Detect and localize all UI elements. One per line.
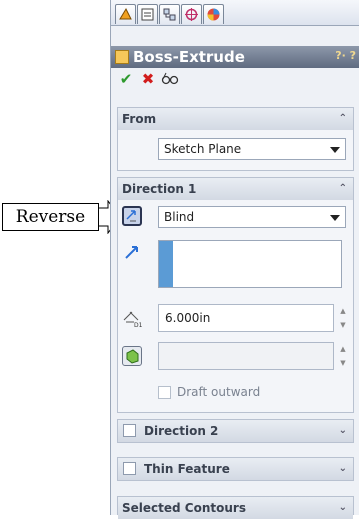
selection-highlight [159, 241, 173, 287]
check-icon[interactable]: ✔ [117, 70, 135, 88]
spin-down-icon[interactable]: ▼ [337, 318, 349, 332]
draft-icon [126, 349, 139, 364]
depth-spinner[interactable]: ▲ ▼ [337, 304, 349, 332]
expand-icon[interactable]: ⌄ [339, 458, 347, 480]
configuration-manager-icon [163, 8, 176, 21]
direction2-group: Direction 2 ⌄ [117, 419, 354, 443]
thin-feature-checkbox[interactable] [123, 462, 136, 475]
direction1-body: Blind D1 6.000in ▲ ▼ ▲ ▼ Draft outward [118, 200, 353, 412]
eyeglasses-icon[interactable] [161, 70, 179, 88]
start-condition-select[interactable]: Sketch Plane [158, 138, 346, 160]
from-group: From ⌃ Sketch Plane [117, 107, 354, 171]
help-icon[interactable]: ?· ? [335, 49, 356, 62]
property-manager-panel: Boss-Extrude ?· ? ✔ ✖ From ⌃ Sketch Plan… [110, 0, 359, 519]
draft-spinner[interactable]: ▲ ▼ [337, 342, 349, 370]
dimxpert-icon [185, 8, 198, 21]
depth-value: 6.000in [165, 311, 211, 325]
direction2-header-label: Direction 2 [144, 424, 219, 438]
direction-selection-box[interactable] [158, 240, 342, 288]
draft-toggle-button[interactable] [122, 346, 142, 366]
spin-up-icon[interactable]: ▲ [337, 304, 349, 318]
tab-dimxpert-manager[interactable] [181, 4, 202, 24]
action-buttons: ✔ ✖ [111, 70, 359, 92]
boss-extrude-icon [115, 50, 129, 64]
from-header-label: From [122, 112, 157, 126]
direction-vector-icon [125, 246, 138, 259]
spin-down-icon[interactable]: ▼ [337, 356, 349, 370]
selected-contours-group: Selected Contours ⌄ [117, 496, 354, 519]
end-condition-value: Blind [164, 210, 195, 224]
draft-outward-label: Draft outward [177, 385, 261, 399]
thin-feature-header-label: Thin Feature [144, 462, 230, 476]
tab-property-manager[interactable] [137, 4, 158, 24]
direction2-header[interactable]: Direction 2 ⌄ [118, 420, 353, 442]
expand-icon[interactable]: ⌄ [339, 420, 347, 442]
display-manager-icon [207, 8, 220, 21]
tab-feature-manager[interactable] [115, 4, 136, 24]
draft-angle-input[interactable] [158, 342, 334, 370]
reverse-arrows-icon [126, 210, 136, 222]
feature-manager-icon [119, 7, 132, 20]
collapse-icon[interactable]: ⌃ [339, 108, 347, 130]
cross-icon[interactable]: ✖ [139, 70, 157, 88]
start-condition-value: Sketch Plane [164, 142, 242, 156]
direction1-header-label: Direction 1 [122, 182, 197, 196]
reverse-callout-label: Reverse [2, 203, 99, 231]
manager-tab-bar [111, 0, 359, 26]
collapse-icon[interactable]: ⌃ [339, 178, 347, 200]
thin-feature-group: Thin Feature ⌄ [117, 457, 354, 481]
direction1-group: Direction 1 ⌃ Blind D1 6.000in ▲ ▼ ▲ ▼ D… [117, 177, 354, 413]
reverse-direction-button[interactable] [122, 206, 142, 226]
spin-up-icon[interactable]: ▲ [337, 342, 349, 356]
depth-input[interactable]: 6.000in [158, 304, 334, 332]
feature-title-bar: Boss-Extrude ?· ? [111, 46, 359, 68]
direction2-checkbox[interactable] [123, 424, 136, 437]
depth-dimension-icon: D1 [123, 311, 143, 328]
selected-contours-header[interactable]: Selected Contours ⌄ [118, 497, 353, 519]
tab-configuration-manager[interactable] [159, 4, 180, 24]
selected-contours-header-label: Selected Contours [122, 501, 246, 515]
from-body: Sketch Plane [118, 130, 353, 170]
draft-outward-checkbox[interactable] [158, 386, 171, 399]
tab-display-manager[interactable] [203, 4, 224, 24]
feature-title: Boss-Extrude [133, 48, 245, 66]
end-condition-select[interactable]: Blind [158, 206, 346, 228]
chevron-down-icon [330, 215, 340, 221]
from-header[interactable]: From ⌃ [118, 108, 353, 130]
expand-icon[interactable]: ⌄ [339, 497, 347, 519]
property-manager-icon [141, 8, 154, 21]
thin-feature-header[interactable]: Thin Feature ⌄ [118, 458, 353, 480]
chevron-down-icon [330, 147, 340, 153]
svg-text:D1: D1 [134, 322, 143, 328]
direction1-header[interactable]: Direction 1 ⌃ [118, 178, 353, 200]
